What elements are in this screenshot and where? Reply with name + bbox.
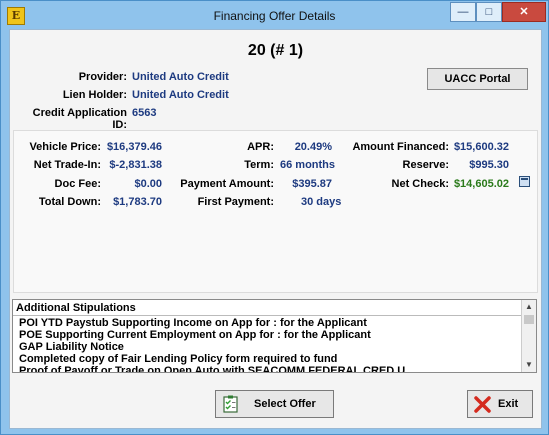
- lien-holder-label: Lien Holder:: [62, 89, 127, 101]
- stipulations-divider: [13, 315, 523, 316]
- term-value: 66 months: [280, 159, 336, 171]
- stipulation-item[interactable]: Completed copy of Fair Lending Policy fo…: [19, 353, 337, 365]
- first-payment-value: 30 days: [301, 196, 342, 208]
- scroll-down-arrow-icon[interactable]: ▼: [522, 358, 536, 372]
- term-label: Term:: [244, 159, 274, 171]
- offer-heading: 20 (# 1): [247, 42, 304, 59]
- doc-fee-value: $0.00: [134, 178, 162, 190]
- stipulation-item[interactable]: POI YTD Paystub Supporting Income on App…: [19, 317, 367, 329]
- payment-amount-value: $395.87: [292, 178, 332, 190]
- minimize-button[interactable]: —: [450, 2, 476, 22]
- provider-label: Provider:: [78, 71, 127, 83]
- scroll-up-arrow-icon[interactable]: ▲: [522, 300, 536, 314]
- exit-button[interactable]: Exit: [467, 390, 533, 418]
- title-bar[interactable]: E Financing Offer Details — □ ✕: [1, 1, 548, 29]
- total-down-value: $1,783.70: [113, 196, 162, 208]
- stipulation-item[interactable]: POE Supporting Current Employment on App…: [19, 329, 371, 341]
- provider-value: United Auto Credit: [132, 71, 229, 83]
- reserve-value: $995.30: [469, 159, 509, 171]
- first-payment-label: First Payment:: [197, 196, 274, 208]
- credit-app-id-label: Credit Application ID:: [32, 107, 127, 131]
- net-check-value: $14,605.02: [453, 178, 509, 190]
- scroll-thumb[interactable]: [524, 315, 534, 324]
- payment-amount-label: Payment Amount:: [180, 178, 274, 190]
- offer-details-panel: [13, 130, 538, 293]
- close-button[interactable]: ✕: [502, 2, 546, 22]
- stipulations-header: Additional Stipulations: [16, 302, 136, 314]
- vehicle-price-label: Vehicle Price:: [29, 141, 101, 153]
- calculator-icon[interactable]: [519, 176, 530, 187]
- stipulation-item[interactable]: Proof of Payoff or Trade on Open Auto wi…: [19, 365, 405, 372]
- doc-fee-label: Doc Fee:: [54, 178, 101, 190]
- apr-value: 20.49%: [294, 141, 332, 153]
- net-check-label: Net Check:: [391, 178, 449, 190]
- amount-financed-label: Amount Financed:: [352, 141, 449, 153]
- select-offer-button[interactable]: Select Offer: [215, 390, 334, 418]
- checklist-icon: [223, 395, 238, 413]
- apr-label: APR:: [247, 141, 274, 153]
- reserve-label: Reserve:: [402, 159, 449, 171]
- total-down-label: Total Down:: [38, 196, 101, 208]
- credit-app-id-value: 6563: [132, 107, 157, 119]
- financing-offer-window: E Financing Offer Details — □ ✕ 20 (# 1)…: [0, 0, 549, 435]
- net-trade-in-label: Net Trade-In:: [33, 159, 101, 171]
- vehicle-price-value: $16,379.46: [106, 141, 162, 153]
- exit-label: Exit: [498, 398, 519, 410]
- stipulations-list[interactable]: Additional Stipulations POI YTD Paystub …: [12, 299, 537, 373]
- stipulations-scrollbar[interactable]: ▲ ▼: [521, 300, 536, 372]
- amount-financed-value: $15,600.32: [453, 141, 509, 153]
- dialog-body: 20 (# 1) Provider: United Auto Credit Li…: [9, 29, 542, 429]
- stipulation-item[interactable]: GAP Liability Notice: [19, 341, 124, 353]
- maximize-button[interactable]: □: [476, 2, 502, 22]
- uacc-portal-button[interactable]: UACC Portal: [427, 68, 528, 90]
- lien-holder-value: United Auto Credit: [132, 89, 229, 101]
- red-x-icon: [474, 396, 491, 413]
- select-offer-label: Select Offer: [254, 398, 316, 410]
- net-trade-in-value: $-2,831.38: [109, 159, 162, 171]
